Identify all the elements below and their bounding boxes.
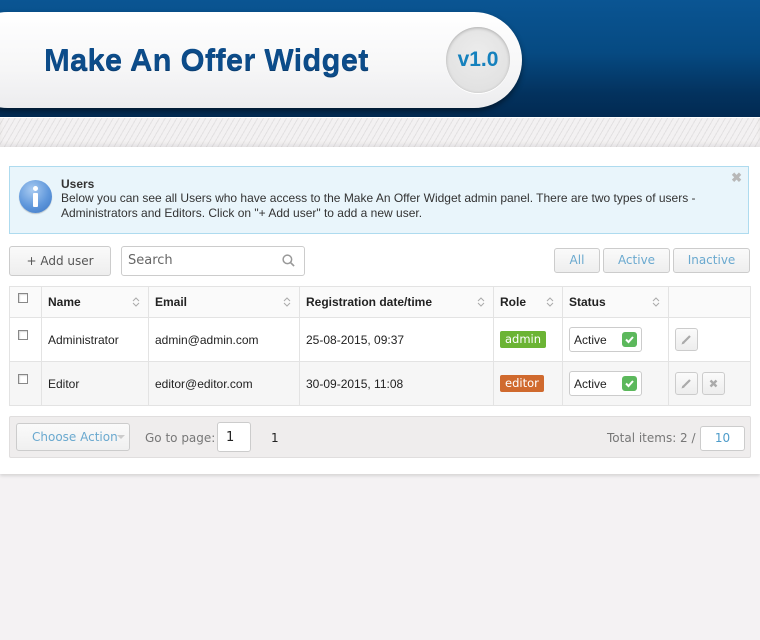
role-cell: editor [493,361,563,406]
table-footer: Choose Action Go to page: 1 Total items:… [9,416,751,458]
check-icon [622,332,637,347]
search-icon[interactable] [282,254,295,267]
alert-title: Users [61,177,95,191]
edit-button[interactable] [675,372,698,395]
column-header-status[interactable]: Status [562,286,669,318]
version-badge: v1.0 [446,27,510,93]
delete-button[interactable] [702,372,726,395]
row-checkbox[interactable] [18,374,28,385]
user-email: editor@editor.com [148,361,300,406]
column-header-email[interactable]: Email [148,286,300,318]
user-registered: 25-08-2015, 09:37 [299,317,494,362]
choose-action-label: Choose Action [32,430,118,444]
info-alert: Users Below you can see all Users who ha… [9,166,749,234]
sort-icon[interactable] [652,296,660,308]
table-header-row: Name Email Registration date/time Role S… [9,286,751,318]
column-header-role[interactable]: Role [493,286,563,318]
row-select-cell [9,361,42,406]
table-row: Editor editor@editor.com 30-09-2015, 11:… [9,361,751,406]
filter-all-button[interactable]: All [554,248,600,273]
actions-cell [668,317,751,362]
status-select[interactable]: Active [569,371,642,396]
sort-icon[interactable] [132,296,140,308]
search-input[interactable] [128,253,278,268]
role-badge: editor [500,375,544,392]
header-stripe-divider [0,117,760,147]
user-name: Administrator [41,317,149,362]
page-link[interactable]: 1 [271,431,279,445]
info-icon [19,180,52,213]
status-select[interactable]: Active [569,327,642,352]
column-header-name[interactable]: Name [41,286,149,318]
role-cell: admin [493,317,563,362]
user-registered: 30-09-2015, 11:08 [299,361,494,406]
add-user-button[interactable]: + Add user [9,246,111,276]
version-label: v1.0 [457,48,499,71]
user-name: Editor [41,361,149,406]
filter-inactive-button[interactable]: Inactive [673,248,750,273]
goto-page-input[interactable] [217,422,251,452]
close-icon[interactable]: ✖ [731,170,742,186]
check-icon [622,376,637,391]
search-box [121,246,305,276]
caret-down-icon [117,435,125,439]
role-badge: admin [500,331,547,348]
per-page-select[interactable]: 10 [700,426,745,451]
row-select-cell [9,317,42,362]
choose-action-dropdown[interactable]: Choose Action [16,423,130,451]
column-header-registration[interactable]: Registration date/time [299,286,494,318]
actions-cell [668,361,751,406]
status-label: Active [574,333,607,347]
app-title: Make An Offer Widget [44,42,369,77]
edit-button[interactable] [675,328,698,351]
sort-icon[interactable] [477,296,485,308]
goto-page-label: Go to page: [145,431,216,445]
pencil-icon [681,379,691,389]
delete-x-icon [709,379,718,388]
filter-active-button[interactable]: Active [603,248,670,273]
alert-text: Below you can see all Users who have acc… [61,191,696,220]
sort-icon[interactable] [283,296,291,308]
status-cell: Active [562,361,669,406]
users-panel: Users Below you can see all Users who ha… [0,147,760,474]
user-email: admin@admin.com [148,317,300,362]
column-header-actions [668,286,751,318]
total-items-label: Total items: 2 / [607,431,696,445]
status-cell: Active [562,317,669,362]
select-all-cell [9,286,42,318]
sort-icon[interactable] [546,296,554,308]
users-table: Name Email Registration date/time Role S… [9,286,751,406]
pencil-icon [681,335,691,345]
select-all-checkbox[interactable] [18,292,28,303]
table-row: Administrator admin@admin.com 25-08-2015… [9,317,751,362]
row-checkbox[interactable] [18,330,28,341]
app-header: Make An Offer Widget v1.0 [0,0,760,117]
status-label: Active [574,377,607,391]
